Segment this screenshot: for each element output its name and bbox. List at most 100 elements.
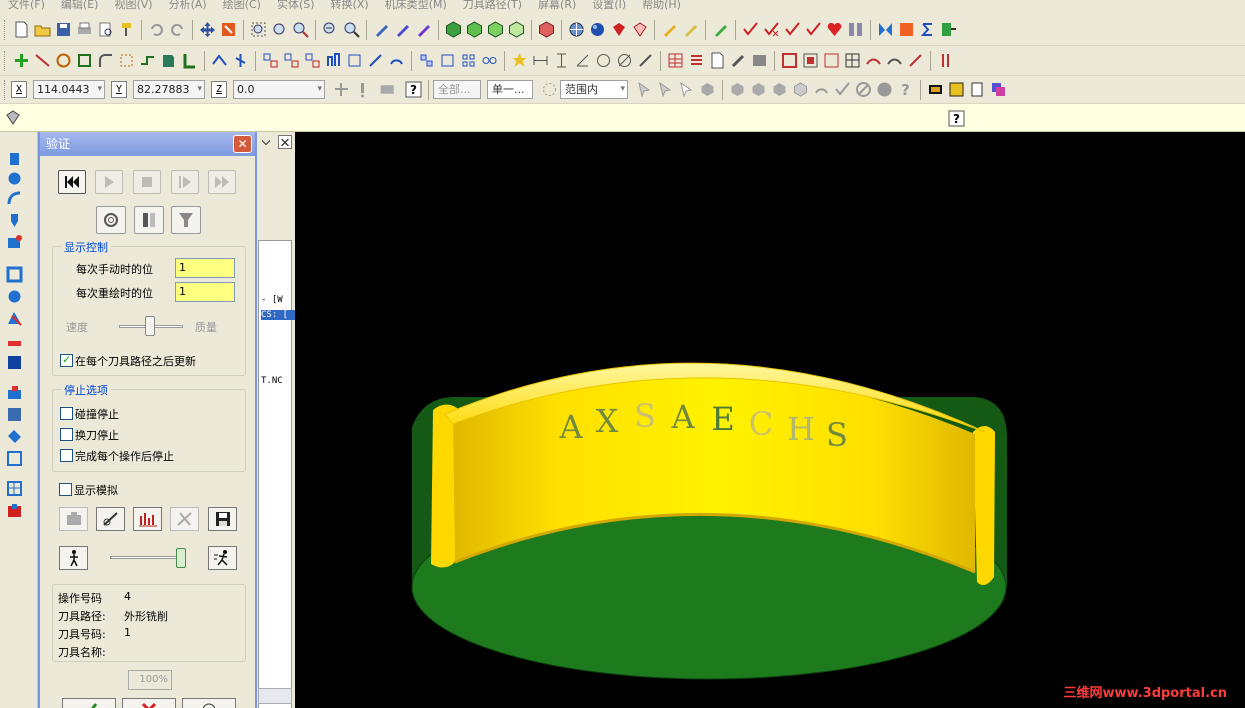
solid-revolve-icon[interactable]	[6, 170, 23, 187]
play-button[interactable]	[95, 170, 123, 194]
solid-layers-icon[interactable]	[6, 406, 23, 423]
tool-display-button[interactable]	[171, 206, 201, 234]
tp-misc-icon[interactable]	[937, 52, 954, 69]
stop-after-op-checkbox[interactable]	[60, 449, 73, 462]
select-hex-icon[interactable]	[699, 81, 716, 98]
zoom-prev-icon[interactable]	[343, 21, 360, 38]
xform-mirror-icon[interactable]	[304, 52, 321, 69]
question-icon[interactable]: ?	[897, 81, 914, 98]
mask-all-button[interactable]: 全部...	[433, 80, 481, 99]
dim-note-icon[interactable]	[637, 52, 654, 69]
tp-engrave-icon[interactable]	[886, 52, 903, 69]
solid-box-icon[interactable]	[6, 354, 23, 371]
solid-shell-icon[interactable]	[6, 266, 23, 283]
step-input[interactable]: 1	[175, 258, 235, 278]
circle-icon[interactable]	[55, 52, 72, 69]
post-icon[interactable]	[940, 21, 957, 38]
select-cursor-icon[interactable]	[678, 81, 695, 98]
surface-icon[interactable]	[160, 52, 177, 69]
xform-stretch-icon[interactable]	[367, 52, 384, 69]
menu-item[interactable]: 机床类型(M)	[377, 0, 455, 10]
solid-split-icon[interactable]	[6, 428, 23, 445]
letter-l-icon[interactable]	[181, 52, 198, 69]
solid-hex1-icon[interactable]	[729, 81, 746, 98]
shade-cube-icon[interactable]	[445, 21, 462, 38]
menu-item[interactable]: 编辑(E)	[53, 0, 107, 10]
tp-multiaxis-icon[interactable]	[907, 52, 924, 69]
y-input[interactable]: 82.27883	[133, 80, 205, 99]
point-plus-icon[interactable]	[13, 52, 30, 69]
solid-extrude-icon[interactable]	[6, 150, 23, 167]
toolbar-grip[interactable]	[4, 50, 7, 71]
chk-heart-icon[interactable]	[826, 21, 843, 38]
cancel-button[interactable]	[122, 698, 176, 708]
show-simulation-checkbox[interactable]	[59, 483, 72, 496]
solid-loft-icon[interactable]	[6, 212, 23, 229]
stop-button[interactable]	[133, 170, 161, 194]
outline-cube-icon[interactable]	[508, 21, 525, 38]
spline-icon[interactable]	[139, 52, 156, 69]
solid-fillet-icon[interactable]	[6, 234, 23, 251]
menu-item[interactable]: 绘图(C)	[215, 0, 269, 10]
grid-chip-icon[interactable]	[948, 81, 965, 98]
view-cube-icon[interactable]	[538, 21, 555, 38]
sim-stock-button[interactable]	[59, 507, 88, 531]
print-icon[interactable]	[76, 21, 93, 38]
menu-item[interactable]: 转换(X)	[323, 0, 377, 10]
chk-gear-icon[interactable]	[784, 21, 801, 38]
chip-icon[interactable]	[927, 81, 944, 98]
stop-collision-checkbox[interactable]	[60, 407, 73, 420]
solid-trim-icon[interactable]	[6, 310, 23, 327]
dim-horizontal-icon[interactable]	[532, 52, 549, 69]
chk-cross-icon[interactable]	[763, 21, 780, 38]
gray-ball-icon[interactable]	[876, 81, 893, 98]
menu-item[interactable]: 设置(I)	[584, 0, 634, 10]
tp-pocket-icon[interactable]	[823, 52, 840, 69]
rewind-button[interactable]	[58, 170, 86, 194]
sigma-icon[interactable]	[919, 21, 936, 38]
print-preview-icon[interactable]	[97, 21, 114, 38]
menu-item[interactable]: 实体(S)	[269, 0, 323, 10]
pencil-icon[interactable]	[661, 21, 678, 38]
analyze-angle-icon[interactable]	[415, 21, 432, 38]
fit-icon[interactable]	[220, 21, 237, 38]
marker-icon[interactable]	[712, 21, 729, 38]
star-icon[interactable]	[511, 52, 528, 69]
dialog-title-bar[interactable]: 验证 ✕	[40, 132, 255, 156]
tp-drill-icon[interactable]	[802, 52, 819, 69]
panel-hscroll[interactable]	[258, 688, 292, 704]
xform-translate-icon[interactable]	[262, 52, 279, 69]
open-folder-icon[interactable]	[34, 21, 51, 38]
solid-hex3-icon[interactable]	[771, 81, 788, 98]
fast-point-icon[interactable]	[354, 81, 371, 98]
toolbar-grip[interactable]	[4, 19, 7, 40]
config-button[interactable]	[96, 206, 126, 234]
chk-plus-icon[interactable]	[805, 21, 822, 38]
xform-rotate-icon[interactable]	[283, 52, 300, 69]
no-entry-icon[interactable]	[855, 81, 872, 98]
stock-view-button[interactable]	[134, 206, 164, 234]
xform-grid-icon[interactable]	[460, 52, 477, 69]
solid-view-icon[interactable]	[6, 480, 23, 497]
selection-mode-icon[interactable]	[541, 81, 558, 98]
solid-check-icon[interactable]	[834, 81, 851, 98]
select-window-icon[interactable]	[657, 81, 674, 98]
mask-single-button[interactable]: 单一...	[487, 80, 533, 99]
ribbon-collapse-icon[interactable]	[4, 109, 21, 126]
solid-draft-icon[interactable]	[6, 332, 23, 349]
fast-run-button[interactable]	[208, 546, 237, 570]
trim-icon[interactable]	[211, 52, 228, 69]
fast-forward-button[interactable]	[208, 170, 236, 194]
fillet-icon[interactable]	[97, 52, 114, 69]
rectangle-icon[interactable]	[76, 52, 93, 69]
panel-close-icon[interactable]	[278, 135, 292, 149]
solid-boolean-icon[interactable]	[6, 288, 23, 305]
menu-item[interactable]: 帮助(H)	[634, 0, 689, 10]
z-input[interactable]: 0.0	[233, 80, 325, 99]
dim-angle-icon[interactable]	[574, 52, 591, 69]
solid-color-icon[interactable]	[6, 502, 23, 519]
toolpath-manager-icon[interactable]	[877, 21, 894, 38]
table-icon[interactable]	[667, 52, 684, 69]
solid-manager-icon[interactable]	[6, 450, 23, 467]
dim-vertical-icon[interactable]	[553, 52, 570, 69]
